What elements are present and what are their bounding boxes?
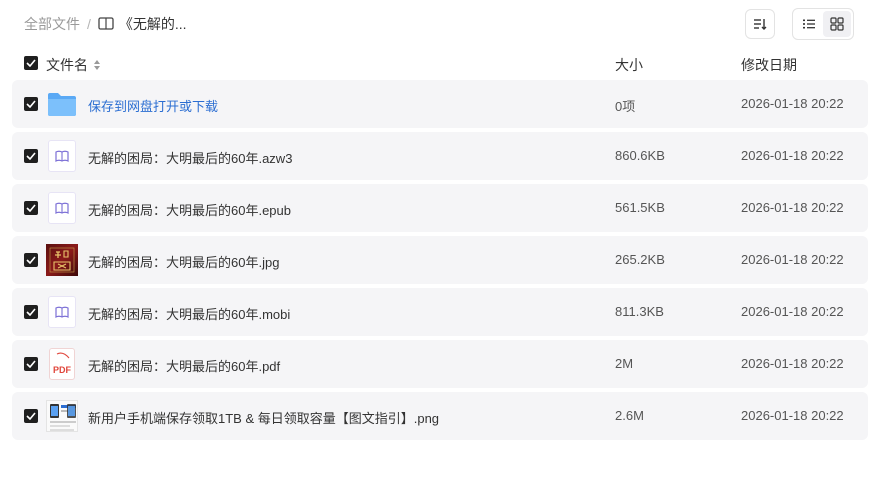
file-row[interactable]: 无解的困局：大明最后的60年.mobi 811.3KB 2026-01-18 2… — [12, 288, 868, 336]
breadcrumb-current: 《无解的... — [98, 14, 187, 34]
file-list: 保存到网盘打开或下载 0项 2026-01-18 20:22 无解的困局：大明最… — [12, 80, 868, 444]
ebook-file-icon — [46, 296, 78, 328]
file-name-link[interactable]: 无解的困局：大明最后的60年.epub — [88, 200, 291, 219]
column-size-header[interactable]: 大小 — [615, 55, 643, 75]
book-icon — [98, 17, 114, 30]
check-icon — [26, 360, 36, 368]
breadcrumb-root-link[interactable]: 全部文件 — [24, 14, 80, 34]
file-date: 2026-01-18 20:22 — [741, 304, 844, 319]
file-size: 265.2KB — [615, 252, 665, 267]
file-row[interactable]: 无解的困局：大明最后的60年.jpg 265.2KB 2026-01-18 20… — [12, 236, 868, 284]
row-checkbox[interactable] — [24, 201, 38, 215]
check-icon — [26, 59, 36, 67]
grid-view-button[interactable] — [823, 11, 851, 37]
file-name-link[interactable]: 无解的困局：大明最后的60年.mobi — [88, 304, 290, 323]
column-name-label: 文件名 — [46, 57, 88, 73]
file-date: 2026-01-18 20:22 — [741, 408, 844, 423]
check-icon — [26, 256, 36, 264]
image-thumbnail-icon — [46, 400, 78, 432]
file-size: 860.6KB — [615, 148, 665, 163]
pdf-file-icon: PDF — [46, 348, 78, 380]
ebook-file-icon — [46, 192, 78, 224]
row-checkbox[interactable] — [24, 357, 38, 371]
image-thumbnail-icon — [46, 244, 78, 276]
check-icon — [26, 412, 36, 420]
sort-descending-icon — [754, 19, 767, 30]
file-name-link[interactable]: 无解的困局：大明最后的60年.azw3 — [88, 148, 292, 167]
sort-button[interactable] — [745, 9, 775, 39]
check-icon — [26, 204, 36, 212]
file-size: 2.6M — [615, 408, 644, 423]
file-name-link[interactable]: 无解的困局：大明最后的60年.pdf — [88, 356, 280, 375]
select-all-checkbox[interactable] — [24, 56, 38, 70]
folder-icon — [46, 88, 78, 120]
check-icon — [26, 100, 36, 108]
breadcrumb-separator: / — [87, 16, 91, 32]
file-row[interactable]: 新用户手机端保存领取1TB & 每日领取容量【图文指引】.png 2.6M 20… — [12, 392, 868, 440]
file-date: 2026-01-18 20:22 — [741, 96, 844, 111]
row-checkbox[interactable] — [24, 409, 38, 423]
file-size: 2M — [615, 356, 634, 371]
row-checkbox[interactable] — [24, 305, 38, 319]
file-date: 2026-01-18 20:22 — [741, 356, 844, 371]
file-size: 561.5KB — [615, 200, 665, 215]
file-date: 2026-01-18 20:22 — [741, 252, 844, 267]
list-view-icon — [803, 19, 815, 29]
list-view-button[interactable] — [795, 11, 823, 37]
file-row[interactable]: 无解的困局：大明最后的60年.epub 561.5KB 2026-01-18 2… — [12, 184, 868, 232]
file-size: 0项 — [615, 99, 636, 114]
breadcrumb: 全部文件 / 《无解的... — [24, 14, 187, 34]
ebook-file-icon — [46, 140, 78, 172]
file-date: 2026-01-18 20:22 — [741, 148, 844, 163]
file-size: 811.3KB — [615, 304, 664, 319]
check-icon — [26, 152, 36, 160]
file-name-link[interactable]: 新用户手机端保存领取1TB & 每日领取容量【图文指引】.png — [88, 408, 439, 427]
breadcrumb-current-label: 《无解的... — [118, 16, 187, 32]
sort-toggle-icon — [94, 60, 100, 70]
file-date: 2026-01-18 20:22 — [741, 200, 844, 215]
pdf-label: PDF — [53, 365, 71, 375]
view-toggle — [792, 8, 854, 40]
file-name-link[interactable]: 无解的困局：大明最后的60年.jpg — [88, 252, 279, 271]
grid-view-icon — [830, 17, 844, 31]
file-list-header: 文件名 大小 修改日期 — [0, 54, 878, 74]
row-checkbox[interactable] — [24, 97, 38, 111]
check-icon — [26, 308, 36, 316]
row-checkbox[interactable] — [24, 149, 38, 163]
file-row[interactable]: 保存到网盘打开或下载 0项 2026-01-18 20:22 — [12, 80, 868, 128]
row-checkbox[interactable] — [24, 253, 38, 267]
file-row[interactable]: 无解的困局：大明最后的60年.azw3 860.6KB 2026-01-18 2… — [12, 132, 868, 180]
column-modified-header[interactable]: 修改日期 — [741, 55, 797, 75]
column-name-header[interactable]: 文件名 — [46, 55, 101, 75]
file-name-link[interactable]: 保存到网盘打开或下载 — [88, 96, 218, 115]
file-row[interactable]: PDF 无解的困局：大明最后的60年.pdf 2M 2026-01-18 20:… — [12, 340, 868, 388]
